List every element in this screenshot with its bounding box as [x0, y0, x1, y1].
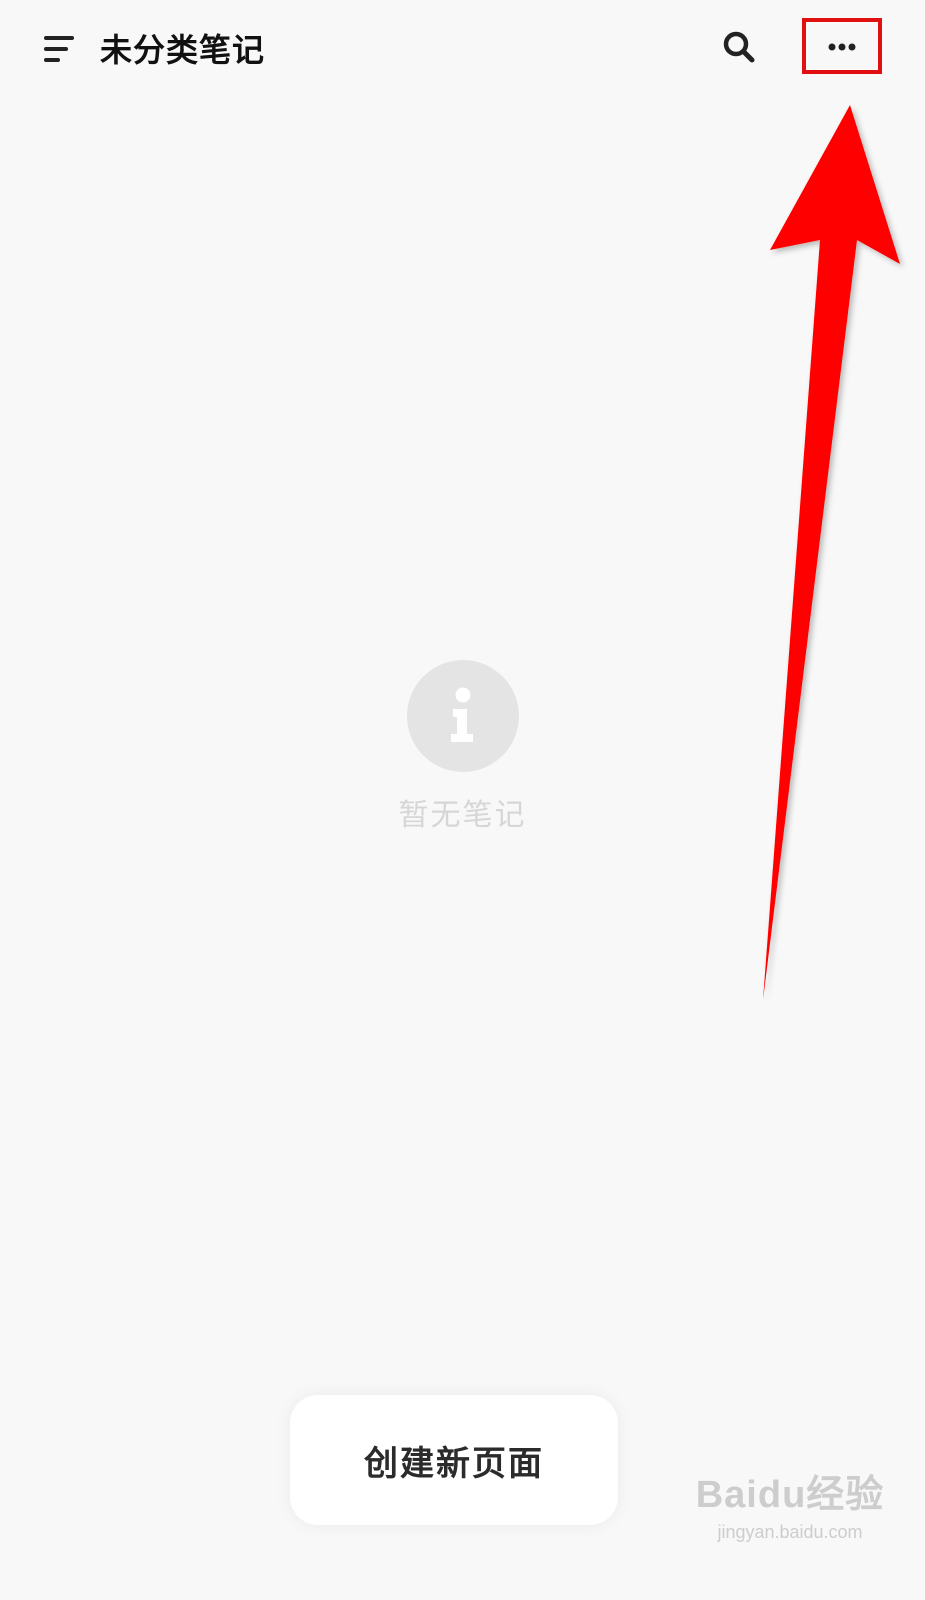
- annotation-highlight-box: [802, 18, 882, 74]
- menu-bar-line: [44, 47, 68, 51]
- sort-menu-icon[interactable]: [36, 28, 80, 72]
- empty-state: 暂无笔记: [0, 660, 925, 834]
- watermark-url: jingyan.baidu.com: [717, 1522, 863, 1542]
- menu-bar-line: [44, 58, 60, 62]
- search-icon-graphic: [723, 31, 755, 63]
- page-title: 未分类笔记: [100, 31, 266, 69]
- create-new-page-label: 创建新页面: [364, 1443, 544, 1484]
- create-new-page-button[interactable]: 创建新页面: [290, 1395, 618, 1525]
- watermark-brand: Baidu经验: [695, 1474, 885, 1516]
- info-icon: [406, 660, 519, 772]
- search-icon[interactable]: [720, 28, 760, 68]
- menu-bar-line: [44, 36, 74, 40]
- baidu-watermark: Baidu经验 jingyan.baidu.com: [690, 1470, 890, 1570]
- empty-message: 暂无笔记: [398, 798, 527, 833]
- top-app-bar: 未分类笔记: [0, 0, 925, 100]
